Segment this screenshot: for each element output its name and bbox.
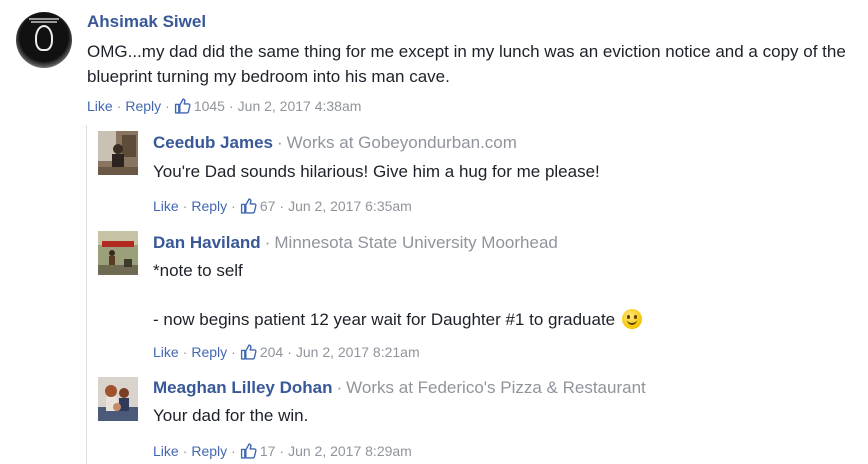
reply-text: You're Dad sounds hilarious! Give him a … [153, 162, 600, 181]
like-count: 67 [259, 198, 276, 214]
reply-avatar[interactable] [98, 377, 138, 421]
like-link[interactable]: Like [87, 98, 113, 114]
reply-text: *note to self [153, 261, 243, 280]
thumbs-up-icon [240, 344, 257, 360]
reply-header: Ceedub James · Works at Gobeyondurban.com [153, 133, 517, 152]
reply-link[interactable]: Reply [191, 344, 227, 360]
timestamp[interactable]: Jun 2, 2017 6:35am [288, 198, 412, 214]
like-link[interactable]: Like [153, 198, 179, 214]
reply-work: Minnesota State University Moorhead [274, 233, 558, 252]
smiley-icon [621, 309, 642, 329]
reply-avatar[interactable] [98, 131, 138, 175]
like-count: 1045 [193, 98, 225, 114]
like-link[interactable]: Like [153, 344, 179, 360]
reply-work: Works at Federico's Pizza & Restaurant [346, 378, 646, 397]
comment-author[interactable]: Ahsimak Siwel [87, 12, 206, 32]
reply-author[interactable]: Dan Haviland [153, 233, 261, 252]
reply-author[interactable]: Ceedub James [153, 133, 273, 152]
timestamp[interactable]: Jun 2, 2017 8:29am [288, 443, 412, 459]
reply-work: Works at Gobeyondurban.com [286, 133, 517, 152]
reply-actions: Like · Reply · 204 · Jun 2, 2017 8:21am [153, 344, 420, 360]
reply-author[interactable]: Meaghan Lilley Dohan [153, 378, 332, 397]
like-link[interactable]: Like [153, 443, 179, 459]
reply-link[interactable]: Reply [191, 198, 227, 214]
reply-text-line2: - now begins patient 12 year wait for Da… [153, 308, 642, 332]
thumbs-up-icon [240, 198, 257, 214]
reply-header: Meaghan Lilley Dohan · Works at Federico's… [153, 378, 646, 397]
timestamp[interactable]: Jun 2, 2017 8:21am [296, 344, 420, 360]
like-count: 17 [259, 443, 276, 459]
reply-actions: Like · Reply · 17 · Jun 2, 2017 8:29am [153, 443, 412, 459]
reply-link[interactable]: Reply [125, 98, 161, 114]
reply-link[interactable]: Reply [191, 443, 227, 459]
thumbs-up-icon [174, 98, 191, 114]
like-count: 204 [259, 344, 284, 360]
reply-avatar[interactable] [98, 231, 138, 275]
thumbs-up-icon [240, 443, 257, 459]
reply-header: Dan Haviland · Minnesota State University … [153, 233, 558, 252]
comment-text: OMG...my dad did the same thing for me e… [87, 42, 846, 86]
reply-text: Your dad for the win. [153, 406, 309, 425]
avatar[interactable] [16, 12, 72, 68]
reply-actions: Like · Reply · 67 · Jun 2, 2017 6:35am [153, 198, 412, 214]
timestamp[interactable]: Jun 2, 2017 4:38am [238, 98, 362, 114]
thread-line [86, 125, 87, 464]
comment-actions: Like · Reply · 1045 · Jun 2, 2017 4:38am [87, 98, 362, 114]
